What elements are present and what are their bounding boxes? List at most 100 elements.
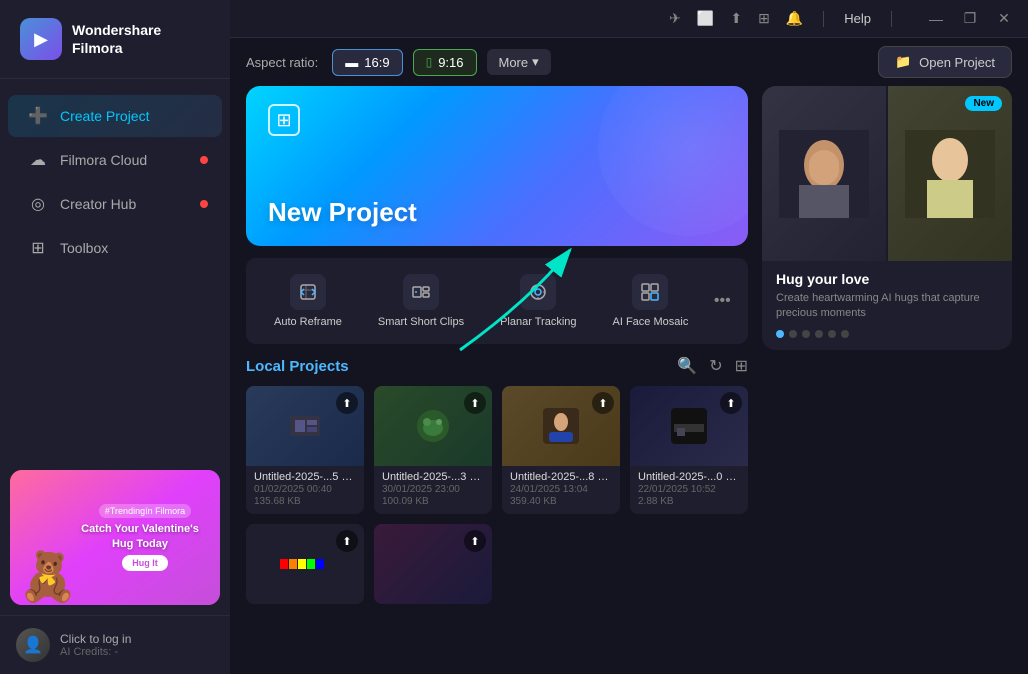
project-size: 135.68 KB [254,496,356,507]
upload-icon: ⬆ [336,392,358,414]
aspect-169-label: 16:9 [364,55,389,70]
toolbox-icon: ⊞ [28,238,48,258]
maximize-button[interactable]: ❐ [960,10,980,27]
aspect-169-icon: ▬ [345,55,358,70]
planar-tracking-icon [520,274,556,310]
project-date: 30/01/2025 23:00 [382,484,484,495]
new-project-title: New Project [268,197,417,228]
main-content: ✈ ⬜ ⬆ ⊞ 🔔 Help — ❐ ✕ Aspect ratio: ▬ 16:… [230,0,1028,674]
open-project-label: Open Project [919,55,995,70]
promo-banner[interactable]: 🧸 #Trendingín Filmora Catch Your Valenti… [10,470,220,605]
project-card[interactable]: ⬆ Untitled-2025-...0 37(copy).wfp 22/01/… [630,386,748,514]
local-projects-section: Local Projects 🔍 ↻ ⊞ ⬆ [246,356,748,666]
ai-face-mosaic-label: AI Face Mosaic [613,316,689,328]
tool-smart-short-clips[interactable]: Smart Short Clips [362,266,480,336]
minimize-button[interactable]: — [926,11,946,27]
help-label[interactable]: Help [844,11,871,26]
project-name: Untitled-2025-...5 48(copy).wfp [254,471,356,483]
tools-more-button[interactable]: ••• [708,287,736,315]
sidebar-item-creator-hub[interactable]: ◎ Creator Hub [8,183,222,225]
feature-card-description: Create heartwarming AI hugs that capture… [776,291,998,322]
folder-icon: 📁 [895,54,911,70]
ai-face-mosaic-icon [632,274,668,310]
user-profile[interactable]: 👤 Click to log in AI Credits: - [0,615,230,674]
feature-pagination-dots [776,330,998,338]
sidebar-item-toolbox[interactable]: ⊞ Toolbox [8,227,222,269]
separator [823,11,824,27]
local-projects-title: Local Projects [246,358,349,375]
window-controls: — ❐ ✕ [926,10,1014,27]
auto-reframe-icon [290,274,326,310]
tool-planar-tracking[interactable]: Planar Tracking [484,266,592,336]
refresh-icon[interactable]: ↻ [709,356,722,376]
aspect-more-button[interactable]: More ▾ [487,49,551,75]
banner-teddy-icon: 🧸 [18,548,78,605]
projects-grid: ⬆ Untitled-2025-...5 48(copy).wfp 01/02/… [246,386,748,604]
send-icon[interactable]: ✈ [669,10,681,27]
auto-reframe-label: Auto Reframe [274,316,342,328]
aspect-ratio-controls: Aspect ratio: ▬ 16:9 ▯ 9:16 More ▾ [246,49,551,76]
upload-icon: ⬆ [720,392,742,414]
project-size: 100.09 KB [382,496,484,507]
tool-ai-face-mosaic[interactable]: AI Face Mosaic [597,266,705,336]
creator-hub-icon: ◎ [28,194,48,214]
feature-card[interactable]: New Hug your love Create heartwarming AI… [762,86,1012,350]
sidebar-navigation: ➕ Create Project ☁ Filmora Cloud ◎ Creat… [0,79,230,460]
feature-card-title: Hug your love [776,271,998,287]
grid-icon[interactable]: ⊞ [758,10,770,27]
dot-3 [802,330,810,338]
sidebar-item-filmora-cloud[interactable]: ☁ Filmora Cloud [8,139,222,181]
close-button[interactable]: ✕ [994,10,1014,27]
project-card[interactable]: ⬆ Untitled-2025-...3 45(copy).wfp 30/01/… [374,386,492,514]
aspect-916-button[interactable]: ▯ 9:16 [413,49,477,76]
section-header: Local Projects 🔍 ↻ ⊞ [246,356,748,376]
aspect-169-button[interactable]: ▬ 16:9 [332,49,402,76]
titlebar: ✈ ⬜ ⬆ ⊞ 🔔 Help — ❐ ✕ [230,0,1028,38]
project-name: Untitled-2025-...8 57(copy).wfp [510,471,612,483]
sidebar-item-create-project[interactable]: ➕ Create Project [8,95,222,137]
sidebar-item-label: Create Project [60,108,149,124]
new-project-card[interactable]: ⊞ New Project [246,86,748,246]
sidebar-item-label: Toolbox [60,240,108,256]
aspect-916-label: 9:16 [438,55,463,70]
filmora-cloud-icon: ☁ [28,150,48,170]
separator [891,11,892,27]
feature-new-badge: New [965,96,1002,111]
caption-icon[interactable]: ⬜ [697,10,714,27]
project-card[interactable]: ⬆ Untitled-2025-...8 57(copy).wfp 24/01/… [502,386,620,514]
more-label: More [499,55,529,70]
tool-auto-reframe[interactable]: Auto Reframe [258,266,358,336]
smart-short-clips-icon [403,274,439,310]
project-size: 2.88 KB [638,496,740,507]
left-panel: ⊞ New Project Auto Reframe [246,86,748,666]
upload-icon: ⬆ [592,392,614,414]
project-date: 01/02/2025 00:40 [254,484,356,495]
titlebar-actions: ✈ ⬜ ⬆ ⊞ 🔔 Help — ❐ ✕ [669,10,1014,27]
app-name: WondershareFilmora [72,21,161,57]
notification-dot [200,200,208,208]
chevron-down-icon: ▾ [532,54,539,70]
upload-icon: ⬆ [336,530,358,552]
project-card[interactable]: ⬆ [374,524,492,604]
user-login-label: Click to log in [60,632,131,646]
aspect-ratio-bar: Aspect ratio: ▬ 16:9 ▯ 9:16 More ▾ 📁 Ope… [230,38,1028,86]
section-actions: 🔍 ↻ ⊞ [677,356,748,376]
sidebar-item-label: Creator Hub [60,196,136,212]
upload-icon[interactable]: ⬆ [730,10,742,27]
user-credits: AI Credits: - [60,646,131,658]
create-project-icon: ➕ [28,106,48,126]
dot-6 [841,330,849,338]
project-name: Untitled-2025-...3 45(copy).wfp [382,471,484,483]
bell-icon[interactable]: 🔔 [786,10,803,27]
grid-view-icon[interactable]: ⊞ [735,356,748,376]
open-project-button[interactable]: 📁 Open Project [878,46,1012,78]
dot-1 [776,330,784,338]
search-icon[interactable]: 🔍 [677,356,697,376]
dot-2 [789,330,797,338]
upload-icon: ⬆ [464,530,486,552]
banner-button[interactable]: Hug It [122,555,168,571]
project-card[interactable]: ⬆ Untitled-2025-...5 48(copy).wfp 01/02/… [246,386,364,514]
upload-icon: ⬆ [464,392,486,414]
sidebar-item-label: Filmora Cloud [60,152,147,168]
project-card[interactable]: ⬆ [246,524,364,604]
